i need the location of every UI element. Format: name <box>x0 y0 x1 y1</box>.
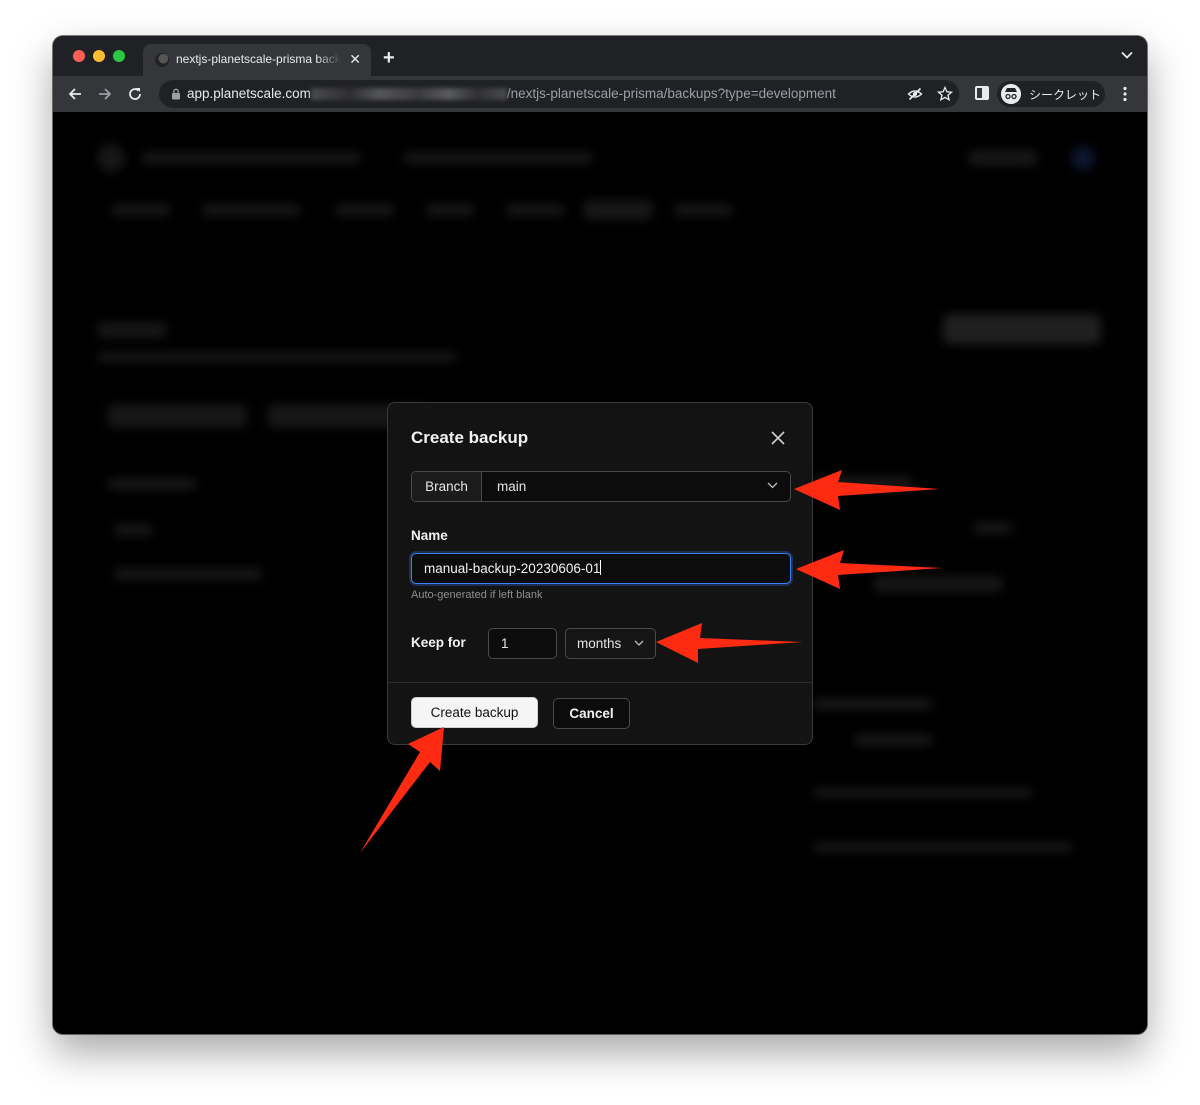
blurred-table-cell <box>113 568 263 580</box>
backup-name-input[interactable]: manual-backup-20230606-01 <box>411 553 791 584</box>
blurred-nav-tab <box>111 204 171 216</box>
blurred-nav-tab <box>505 204 565 216</box>
blurred-side-text <box>813 788 1033 798</box>
minimize-window-button[interactable] <box>93 50 105 62</box>
chevron-down-icon <box>767 482 778 489</box>
keep-for-unit-value: months <box>577 636 622 651</box>
back-icon[interactable] <box>67 86 83 102</box>
browser-toolbar: app.planetscale.com/nextjs-planetscale-p… <box>53 76 1147 112</box>
forward-icon[interactable] <box>97 86 113 102</box>
keep-for-label: Keep for <box>411 635 466 650</box>
blurred-breadcrumb <box>403 152 593 164</box>
blurred-user-avatar <box>1071 146 1095 170</box>
blurred-nav-tab <box>425 204 475 216</box>
dialog-title: Create backup <box>411 428 529 447</box>
tab-title: nextjs-planetscale-prisma backups <box>176 52 341 66</box>
blurred-nav-tab <box>335 204 395 216</box>
url-path: /nextjs-planetscale-prisma/backups?type=… <box>506 86 836 101</box>
incognito-profile-button[interactable]: シークレット <box>997 81 1105 107</box>
text-caret <box>600 560 602 575</box>
blurred-nav-tab <box>673 204 733 216</box>
close-window-button[interactable] <box>73 50 85 62</box>
lock-icon <box>172 88 180 100</box>
blurred-description <box>97 352 457 362</box>
tab-search-chevron-icon[interactable] <box>1121 51 1133 59</box>
blurred-filter-tab <box>107 404 247 428</box>
blurred-primary-button <box>943 314 1101 344</box>
name-field-label: Name <box>411 528 448 543</box>
blurred-table-header <box>107 478 197 490</box>
redacted-url-segment <box>310 88 507 101</box>
backup-name-text: manual-backup-20230606-01 <box>424 561 601 576</box>
cancel-button[interactable]: Cancel <box>553 698 630 729</box>
incognito-icon <box>1001 84 1021 104</box>
blurred-side-text <box>853 734 933 746</box>
eye-off-icon[interactable] <box>907 86 923 102</box>
blurred-table-cell <box>973 522 1013 534</box>
create-backup-dialog: Create backup Branch main Name manual-ba… <box>387 402 813 745</box>
blurred-nav-tab-active <box>583 200 653 220</box>
branch-label: Branch <box>412 472 482 501</box>
name-hint: Auto-generated if left blank <box>411 589 543 601</box>
tab-close-icon[interactable]: ✕ <box>349 51 361 67</box>
side-panel-icon[interactable] <box>975 86 989 100</box>
keep-for-unit-select[interactable]: months <box>565 628 656 659</box>
browser-tab[interactable]: nextjs-planetscale-prisma backups ✕ <box>143 44 371 76</box>
chevron-down-icon <box>634 640 644 646</box>
favicon-icon <box>155 53 169 67</box>
tab-strip: nextjs-planetscale-prisma backups ✕ + <box>53 36 1147 76</box>
dialog-divider <box>388 682 812 683</box>
branch-value: main <box>497 479 527 494</box>
blurred-nav-tab <box>201 204 301 216</box>
blurred-side-text <box>813 698 933 710</box>
blurred-table-cell <box>873 576 1003 592</box>
keep-for-input[interactable]: 1 <box>488 628 557 659</box>
blurred-page-title <box>97 322 167 338</box>
backup-name-value: manual-backup-20230606-01 <box>424 560 602 576</box>
zoom-window-button[interactable] <box>113 50 125 62</box>
close-icon[interactable] <box>768 428 788 448</box>
blurred-avatar <box>97 144 125 172</box>
address-bar[interactable]: app.planetscale.com/nextjs-planetscale-p… <box>159 80 959 108</box>
blurred-header-link <box>968 150 1038 166</box>
branch-select[interactable]: Branch main <box>411 471 791 502</box>
browser-window: nextjs-planetscale-prisma backups ✕ + ap… <box>53 36 1147 1034</box>
reload-icon[interactable] <box>127 86 143 102</box>
keep-for-value: 1 <box>501 636 509 651</box>
blurred-table-header <box>813 476 913 490</box>
menu-kebab-icon[interactable] <box>1123 86 1127 102</box>
create-backup-button[interactable]: Create backup <box>411 697 538 728</box>
blurred-breadcrumb <box>141 152 361 164</box>
url-host: app.planetscale.com <box>187 86 311 101</box>
blurred-side-text <box>813 842 1073 852</box>
blurred-table-cell <box>113 524 153 536</box>
incognito-label: シークレット <box>1029 88 1102 102</box>
new-tab-button[interactable]: + <box>383 48 395 68</box>
bookmark-star-icon[interactable] <box>937 86 953 102</box>
url-text: app.planetscale.com/nextjs-planetscale-p… <box>187 86 836 101</box>
